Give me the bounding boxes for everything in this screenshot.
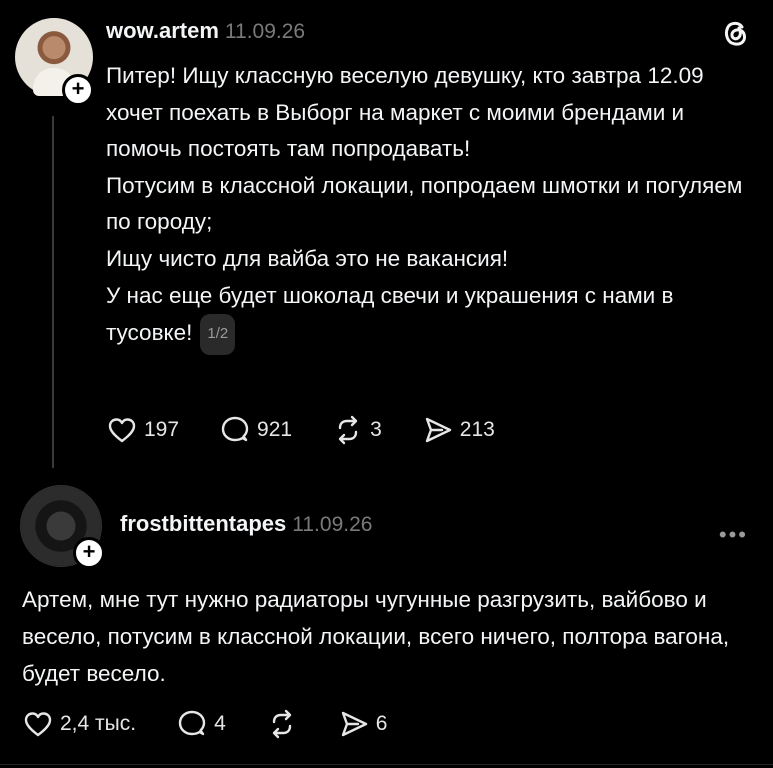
repost-icon xyxy=(338,415,358,445)
share-count: 213 xyxy=(459,418,495,441)
send-icon xyxy=(425,417,451,443)
reply-actions: 2,4 тыс. 4 6 xyxy=(22,708,387,740)
share-count: 6 xyxy=(375,712,388,735)
post-actions: 197 921 3 213 xyxy=(106,414,495,446)
heart-icon xyxy=(108,418,136,443)
post-paragraph: У нас еще будет шоколад свечи и украшени… xyxy=(106,278,751,355)
like-count: 197 xyxy=(144,418,180,441)
like-button[interactable]: 197 xyxy=(106,414,179,446)
divider xyxy=(0,764,773,765)
like-count: 2,4 тыс. xyxy=(60,712,137,735)
follow-plus-icon[interactable]: + xyxy=(62,74,94,106)
repost-count: 3 xyxy=(370,418,382,441)
reply-username[interactable]: frostbittentapes xyxy=(120,511,286,536)
page-badge: 1/2 xyxy=(200,314,236,355)
post-paragraph: Потусим в классной локации, попродаем шм… xyxy=(106,172,743,235)
post-paragraph: Питер! Ищу классную веселую девушку, кто… xyxy=(106,63,704,162)
reply-header: frostbittentapes 11.09.26 xyxy=(120,511,372,537)
more-dots-icon[interactable]: ••• xyxy=(719,522,748,548)
post-paragraph-text: У нас еще будет шоколад свечи и украшени… xyxy=(106,282,674,346)
share-button[interactable]: 213 xyxy=(422,414,495,446)
heart-icon xyxy=(24,712,52,737)
send-icon xyxy=(341,711,367,737)
comment-count: 921 xyxy=(257,418,293,441)
comment-button[interactable]: 921 xyxy=(219,414,292,446)
repost-icon xyxy=(272,709,291,739)
post-username[interactable]: wow.artem xyxy=(106,18,219,43)
reply-date: 11.09.26 xyxy=(292,513,373,536)
post-date: 11.09.26 xyxy=(224,20,306,43)
comment-bubble-icon xyxy=(178,710,206,736)
repost-button[interactable] xyxy=(266,708,298,740)
threads-logo-icon[interactable] xyxy=(718,16,752,55)
repost-button[interactable]: 3 xyxy=(332,414,382,446)
thread-line xyxy=(52,116,54,468)
share-button[interactable]: 6 xyxy=(338,708,388,740)
post-paragraph: Ищу чисто для вайба это не вакансия! xyxy=(106,245,509,271)
comment-button[interactable]: 4 xyxy=(176,708,226,740)
post-header: wow.artem 11.09.26 xyxy=(106,18,305,44)
comment-count: 4 xyxy=(214,712,226,735)
comment-bubble-icon xyxy=(221,416,249,442)
reply-body: Артем, мне тут нужно радиаторы чугунные … xyxy=(22,587,730,686)
post-body: Питер! Ищу классную веселую девушку, кто… xyxy=(106,58,751,355)
follow-plus-icon[interactable]: + xyxy=(73,537,105,569)
like-button[interactable]: 2,4 тыс. xyxy=(22,708,136,740)
